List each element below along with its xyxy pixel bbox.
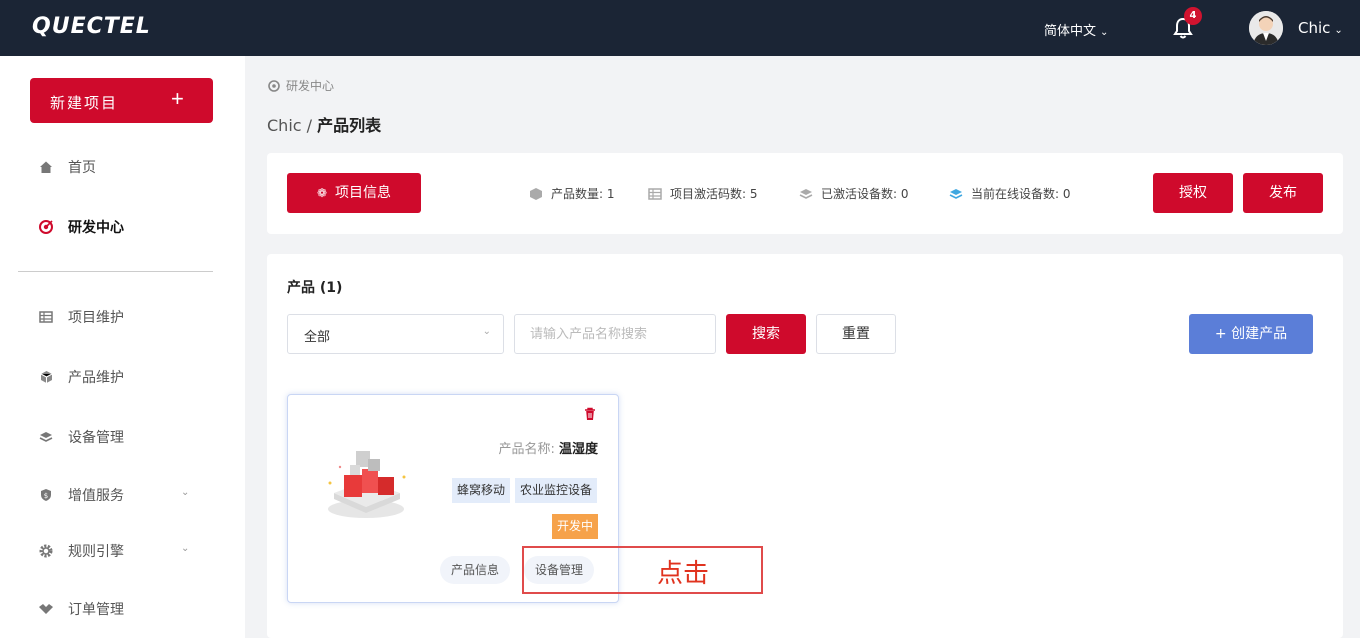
breadcrumb: 研发中心 xyxy=(268,77,334,94)
notification-badge: 4 xyxy=(1184,7,1202,25)
sidebar-item-label: 首页 xyxy=(68,160,96,176)
product-name-label: 产品名称: xyxy=(498,442,555,457)
sidebar-item-value-added-services[interactable]: $ 增值服务 ⌄ xyxy=(38,483,189,507)
target-icon xyxy=(268,79,280,92)
target-icon xyxy=(38,219,54,235)
stat-value: : 1 xyxy=(599,186,615,201)
layers-icon xyxy=(799,188,813,199)
stat-online-devices: 当前在线设备数: 0 xyxy=(949,185,1071,202)
stat-label: 当前在线设备数 xyxy=(971,187,1056,201)
search-button[interactable]: 搜索 xyxy=(726,314,806,354)
sidebar-item-label: 增值服务 xyxy=(68,488,124,504)
authorize-button[interactable]: 授权 xyxy=(1153,173,1233,213)
trash-icon[interactable] xyxy=(584,407,596,421)
product-count-title: 产品 (1) xyxy=(287,280,343,296)
stat-label: 项目激活码数 xyxy=(670,187,743,201)
svg-text:$: $ xyxy=(44,492,48,500)
sidebar-item-label: 研发中心 xyxy=(68,220,124,236)
stat-product-count: 产品数量: 1 xyxy=(529,185,615,202)
stat-value: : 0 xyxy=(893,186,909,201)
gear-icon: ❁ xyxy=(316,186,328,200)
sidebar-item-home[interactable]: 首页 xyxy=(38,155,96,179)
sidebar-item-label: 规则引擎 xyxy=(68,544,124,560)
sidebar-item-label: 项目维护 xyxy=(68,310,124,326)
product-info-button[interactable]: 产品信息 xyxy=(440,556,511,584)
chevron-down-icon: ⌄ xyxy=(1334,25,1343,36)
language-selector[interactable]: 简体中文 ⌄ xyxy=(1044,20,1108,39)
sidebar-item-label: 设备管理 xyxy=(68,430,124,446)
stat-label: 已激活设备数 xyxy=(821,187,894,201)
click-highlight-box xyxy=(522,546,763,594)
product-search-input[interactable] xyxy=(514,314,716,354)
chevron-down-icon: ⌄ xyxy=(181,487,190,498)
stat-activation-codes: 项目激活码数: 5 xyxy=(648,185,758,202)
breadcrumb-project[interactable]: Chic xyxy=(267,116,302,135)
sidebar-item-order-management[interactable]: 订单管理 xyxy=(38,597,124,621)
plus-icon: + xyxy=(171,86,186,111)
sidebar-item-device-management[interactable]: 设备管理 xyxy=(38,425,124,449)
sidebar-item-product-maintenance[interactable]: 产品维护 xyxy=(38,365,124,389)
new-project-label: 新建项目 xyxy=(50,95,119,112)
sidebar-item-rule-engine[interactable]: 规则引擎 ⌄ xyxy=(38,539,189,563)
handshake-icon xyxy=(38,601,54,617)
table-icon xyxy=(38,309,54,325)
stat-value: : 5 xyxy=(742,186,758,201)
sidebar-divider xyxy=(18,271,213,272)
user-avatar-icon xyxy=(1249,11,1283,45)
chevron-down-icon: ⌄ xyxy=(1100,27,1109,38)
new-project-button[interactable]: 新建项目 + xyxy=(30,78,213,123)
cube-icon xyxy=(530,187,542,200)
product-name-value: 温湿度 xyxy=(558,442,598,457)
table-icon xyxy=(648,187,662,200)
tag-network: 蜂窝移动 xyxy=(452,478,511,503)
top-bar: QUECTEL 简体中文 ⌄ 4 Chic ⌄ xyxy=(0,0,1360,56)
chevron-down-icon: ⌄ xyxy=(181,543,190,554)
stat-value: : 0 xyxy=(1055,186,1071,201)
breadcrumb-separator: / xyxy=(306,116,313,135)
gear-icon xyxy=(38,543,54,559)
avatar[interactable] xyxy=(1249,11,1283,45)
sidebar-item-project-maintenance[interactable]: 项目维护 xyxy=(38,305,124,329)
home-icon xyxy=(38,159,54,175)
layers-icon xyxy=(949,188,963,199)
shield-icon: $ xyxy=(38,487,54,503)
chevron-down-icon: ⌄ xyxy=(482,326,491,337)
stat-activated-devices: 已激活设备数: 0 xyxy=(799,185,909,202)
page-title: Chic / 产品列表 xyxy=(267,112,381,136)
status-badge: 开发中 xyxy=(552,514,598,539)
breadcrumb-current: 产品列表 xyxy=(317,116,382,135)
project-info-card: ❁ 项目信息 产品数量: 1 项目激活码数: 5 已激活设备数: 0 当前在线设备… xyxy=(267,153,1343,234)
tag-category: 农业监控设备 xyxy=(515,478,598,503)
create-product-button[interactable]: + 创建产品 xyxy=(1189,314,1313,354)
sidebar-item-label: 产品维护 xyxy=(68,370,124,386)
project-info-button[interactable]: ❁ 项目信息 xyxy=(287,173,421,213)
quectel-logo[interactable]: QUECTEL xyxy=(32,14,151,39)
click-annotation: 点击 xyxy=(657,559,710,589)
layers-icon xyxy=(38,429,54,445)
project-info-label: 项目信息 xyxy=(335,185,392,201)
language-label: 简体中文 xyxy=(1044,24,1097,39)
user-menu[interactable]: Chic ⌄ xyxy=(1298,19,1343,37)
product-illustration xyxy=(328,451,406,518)
sidebar: 新建项目 + 首页 研发中心 项目维护 产品维护 设备管理 $ 增值服务 ⌄ 规… xyxy=(0,56,245,638)
sidebar-item-rd-center[interactable]: 研发中心 xyxy=(38,215,124,239)
user-name: Chic xyxy=(1298,19,1331,37)
breadcrumb-section[interactable]: 研发中心 xyxy=(286,77,334,94)
product-name: 产品名称: 温湿度 xyxy=(498,438,598,457)
select-value: 全部 xyxy=(304,330,331,345)
sidebar-item-label: 订单管理 xyxy=(68,602,124,618)
reset-button[interactable]: 重置 xyxy=(816,314,896,354)
stat-label: 产品数量 xyxy=(551,187,600,201)
product-filter-select[interactable]: 全部 ⌄ xyxy=(287,314,504,354)
cube-icon xyxy=(38,369,54,385)
publish-button[interactable]: 发布 xyxy=(1243,173,1323,213)
